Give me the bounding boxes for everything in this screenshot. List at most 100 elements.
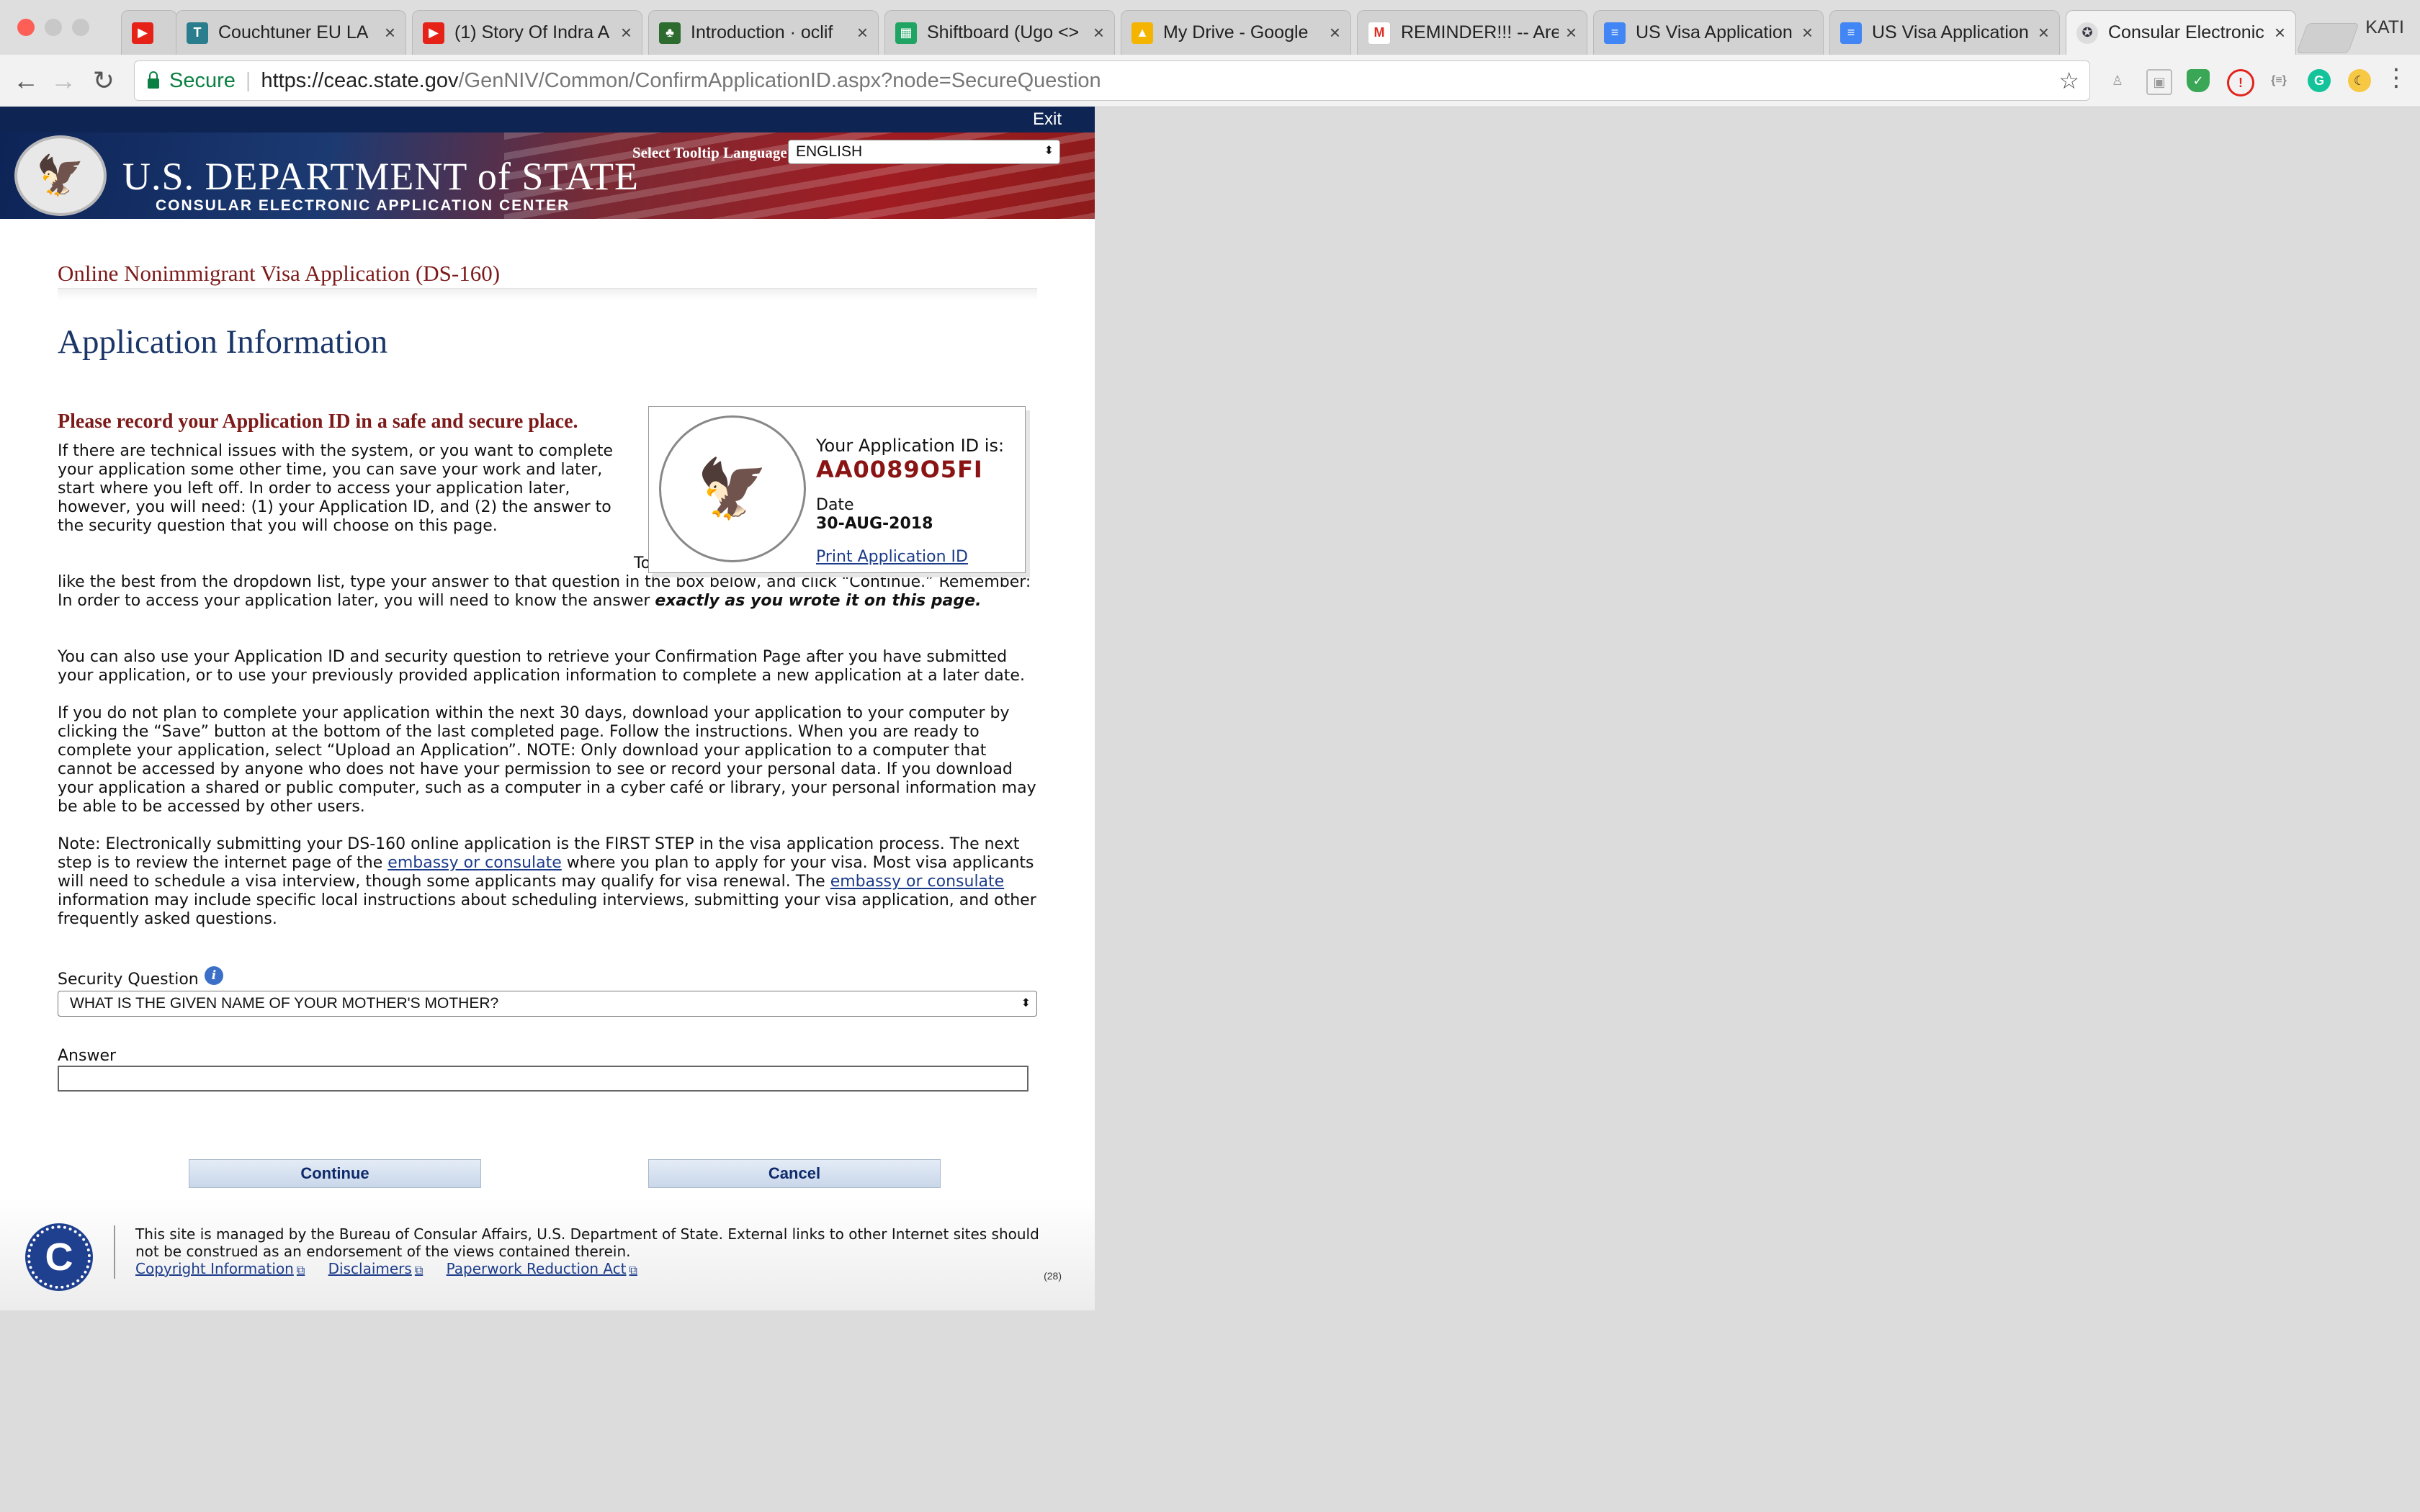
close-icon[interactable]: × bbox=[1093, 22, 1104, 44]
close-icon[interactable]: × bbox=[385, 22, 395, 44]
url-path: /GenNIV/Common/ConfirmApplicationID.aspx… bbox=[458, 68, 1101, 92]
browser-tab-active[interactable]: ✪ Consular Electronic × bbox=[2066, 10, 2296, 55]
top-strip: Exit bbox=[0, 107, 1095, 132]
tooltip-language-value: ENGLISH bbox=[796, 143, 863, 160]
close-icon[interactable]: × bbox=[1330, 22, 1340, 44]
answer-label: Answer bbox=[58, 1047, 117, 1065]
extension-icon[interactable]: ▣ bbox=[2146, 69, 2172, 95]
application-heading: Online Nonimmigrant Visa Application (DS… bbox=[58, 261, 501, 286]
embassy-link[interactable]: embassy or consulate bbox=[387, 854, 562, 872]
footer-disclaimer-text: This site is managed by the Bureau of Co… bbox=[135, 1225, 1039, 1260]
cancel-button[interactable]: Cancel bbox=[648, 1159, 941, 1188]
tab-title: My Drive - Google bbox=[1163, 22, 1309, 42]
browser-tab[interactable]: T Couchtuner EU LA × bbox=[176, 10, 406, 55]
page-counter: (28) bbox=[1044, 1270, 1062, 1282]
extension-icon[interactable]: ♙ bbox=[2106, 69, 2129, 92]
browser-tab[interactable]: ▦ Shiftboard (Ugo <> × bbox=[884, 10, 1115, 55]
bookmark-star-icon[interactable]: ☆ bbox=[2058, 67, 2079, 94]
external-link-icon: ⧉ bbox=[414, 1263, 424, 1277]
updown-arrow-icon: ⬍ bbox=[1044, 145, 1054, 157]
new-tab-button[interactable] bbox=[2296, 23, 2360, 53]
moon-icon[interactable]: ☾ bbox=[2348, 69, 2371, 92]
tooltip-language-label: Select Tooltip Language bbox=[632, 144, 787, 161]
paragraph-retrieve: You can also use your Application ID and… bbox=[58, 648, 1025, 685]
info-icon[interactable]: i bbox=[205, 966, 223, 985]
close-window-button[interactable] bbox=[17, 19, 35, 36]
close-icon[interactable]: × bbox=[1566, 22, 1577, 44]
updown-arrow-icon: ⬍ bbox=[1021, 997, 1031, 1009]
json-icon[interactable]: {≡} bbox=[2267, 69, 2290, 92]
reload-icon[interactable]: ↻ bbox=[88, 65, 120, 96]
consular-affairs-logo: C bbox=[27, 1225, 91, 1289]
paragraph-note: Note: Electronically submitting your DS-… bbox=[58, 835, 1044, 929]
state-seal-icon: 🦅 bbox=[14, 135, 107, 216]
docs-icon: ≡ bbox=[1840, 22, 1862, 44]
forward-arrow-icon[interactable]: → bbox=[48, 65, 79, 96]
browser-tab[interactable]: ♣ Introduction · oclif × bbox=[648, 10, 879, 55]
external-link-icon: ⧉ bbox=[629, 1263, 637, 1277]
tab-title: Introduction · oclif bbox=[691, 22, 833, 42]
browser-menu-icon[interactable]: ⋮ bbox=[2384, 63, 2408, 92]
paragraph-download: If you do not plan to complete your appl… bbox=[58, 704, 1036, 816]
continue-button[interactable]: Continue bbox=[189, 1159, 481, 1188]
oclif-icon: ♣ bbox=[659, 22, 681, 44]
dept-title: U.S. DEPARTMENT of STATE bbox=[122, 155, 640, 198]
footer-links: Copyright Information ⧉ Disclaimers ⧉ Pape… bbox=[135, 1260, 656, 1277]
shield-icon[interactable]: ✓ bbox=[2187, 69, 2210, 92]
opera-icon[interactable]: ! bbox=[2227, 69, 2254, 96]
disclaimers-link-label: Disclaimers bbox=[328, 1260, 412, 1277]
dept-subtitle: CONSULAR ELECTRONIC APPLICATION CENTER bbox=[156, 197, 570, 214]
tooltip-language-select[interactable]: ENGLISH ⬍ bbox=[788, 140, 1060, 164]
security-question-value: WHAT IS THE GIVEN NAME OF YOUR MOTHER'S … bbox=[70, 995, 499, 1012]
close-icon[interactable]: × bbox=[1802, 22, 1813, 44]
youtube-icon: ▶ bbox=[132, 22, 153, 44]
exit-link[interactable]: Exit bbox=[1033, 109, 1062, 130]
tab-title: REMINDER!!! -- Are bbox=[1401, 22, 1559, 42]
external-link-icon: ⧉ bbox=[296, 1263, 305, 1277]
maximize-window-button[interactable] bbox=[72, 19, 89, 36]
disclaimers-link[interactable]: Disclaimers ⧉ bbox=[328, 1260, 424, 1277]
browser-tab[interactable]: ▲ My Drive - Google × bbox=[1121, 10, 1351, 55]
print-application-id-link[interactable]: Print Application ID bbox=[816, 548, 968, 566]
drive-icon: ▲ bbox=[1131, 22, 1153, 44]
address-bar[interactable]: Secure | https://ceac.state.gov/GenNIV/C… bbox=[134, 60, 2090, 101]
copyright-link[interactable]: Copyright Information ⧉ bbox=[135, 1260, 305, 1277]
state-seal-icon: ✪ bbox=[2076, 22, 2098, 44]
sheets-icon: ▦ bbox=[895, 22, 917, 44]
footer-divider bbox=[114, 1225, 115, 1279]
back-arrow-icon[interactable]: ← bbox=[10, 65, 42, 96]
browser-tab[interactable]: ≡ US Visa Application × bbox=[1829, 10, 2060, 55]
security-question-label: Security Question bbox=[58, 971, 199, 989]
page-title: Application Information bbox=[58, 323, 388, 361]
profile-name[interactable]: KATI bbox=[2365, 17, 2404, 38]
embassy-link[interactable]: embassy or consulate bbox=[830, 873, 1005, 891]
note-text: information may include specific local i… bbox=[58, 891, 1036, 928]
close-icon[interactable]: × bbox=[621, 22, 632, 44]
tab-title: US Visa Application bbox=[1636, 22, 1793, 42]
copyright-link-label: Copyright Information bbox=[135, 1260, 294, 1277]
close-icon[interactable]: × bbox=[857, 22, 868, 44]
browser-tab[interactable]: ▶ bbox=[121, 10, 177, 55]
gmail-icon: M bbox=[1368, 21, 1391, 45]
lock-icon bbox=[148, 71, 159, 89]
close-icon[interactable]: × bbox=[2275, 22, 2285, 44]
answer-input[interactable] bbox=[58, 1066, 1028, 1092]
footer: C This site is managed by the Bureau of … bbox=[0, 1198, 1095, 1310]
grammarly-icon[interactable]: G bbox=[2308, 69, 2331, 92]
dos-banner: 🦅 U.S. DEPARTMENT of STATE CONSULAR ELEC… bbox=[0, 132, 1095, 219]
float-spacer bbox=[58, 554, 634, 573]
browser-tab[interactable]: ▶ (1) Story Of Indra A × bbox=[412, 10, 642, 55]
paperwork-reduction-link[interactable]: Paperwork Reduction Act ⧉ bbox=[447, 1260, 637, 1277]
url-host: https://ceac.state.gov bbox=[261, 68, 459, 92]
tab-title: Couchtuner EU LA bbox=[218, 22, 369, 42]
tab-title: Consular Electronic bbox=[2108, 22, 2264, 42]
tab-title: (1) Story Of Indra A bbox=[454, 22, 610, 42]
browser-tab[interactable]: M REMINDER!!! -- Are × bbox=[1357, 10, 1587, 55]
application-id-box: 🦅 Your Application ID is: AA0089O5FI Dat… bbox=[648, 406, 1026, 573]
date-label: Date bbox=[816, 496, 854, 514]
minimize-window-button[interactable] bbox=[45, 19, 62, 36]
youtube-icon: ▶ bbox=[423, 22, 444, 44]
browser-tab[interactable]: ≡ US Visa Application × bbox=[1593, 10, 1824, 55]
security-question-select[interactable]: WHAT IS THE GIVEN NAME OF YOUR MOTHER'S … bbox=[58, 991, 1037, 1017]
close-icon[interactable]: × bbox=[2038, 22, 2049, 44]
